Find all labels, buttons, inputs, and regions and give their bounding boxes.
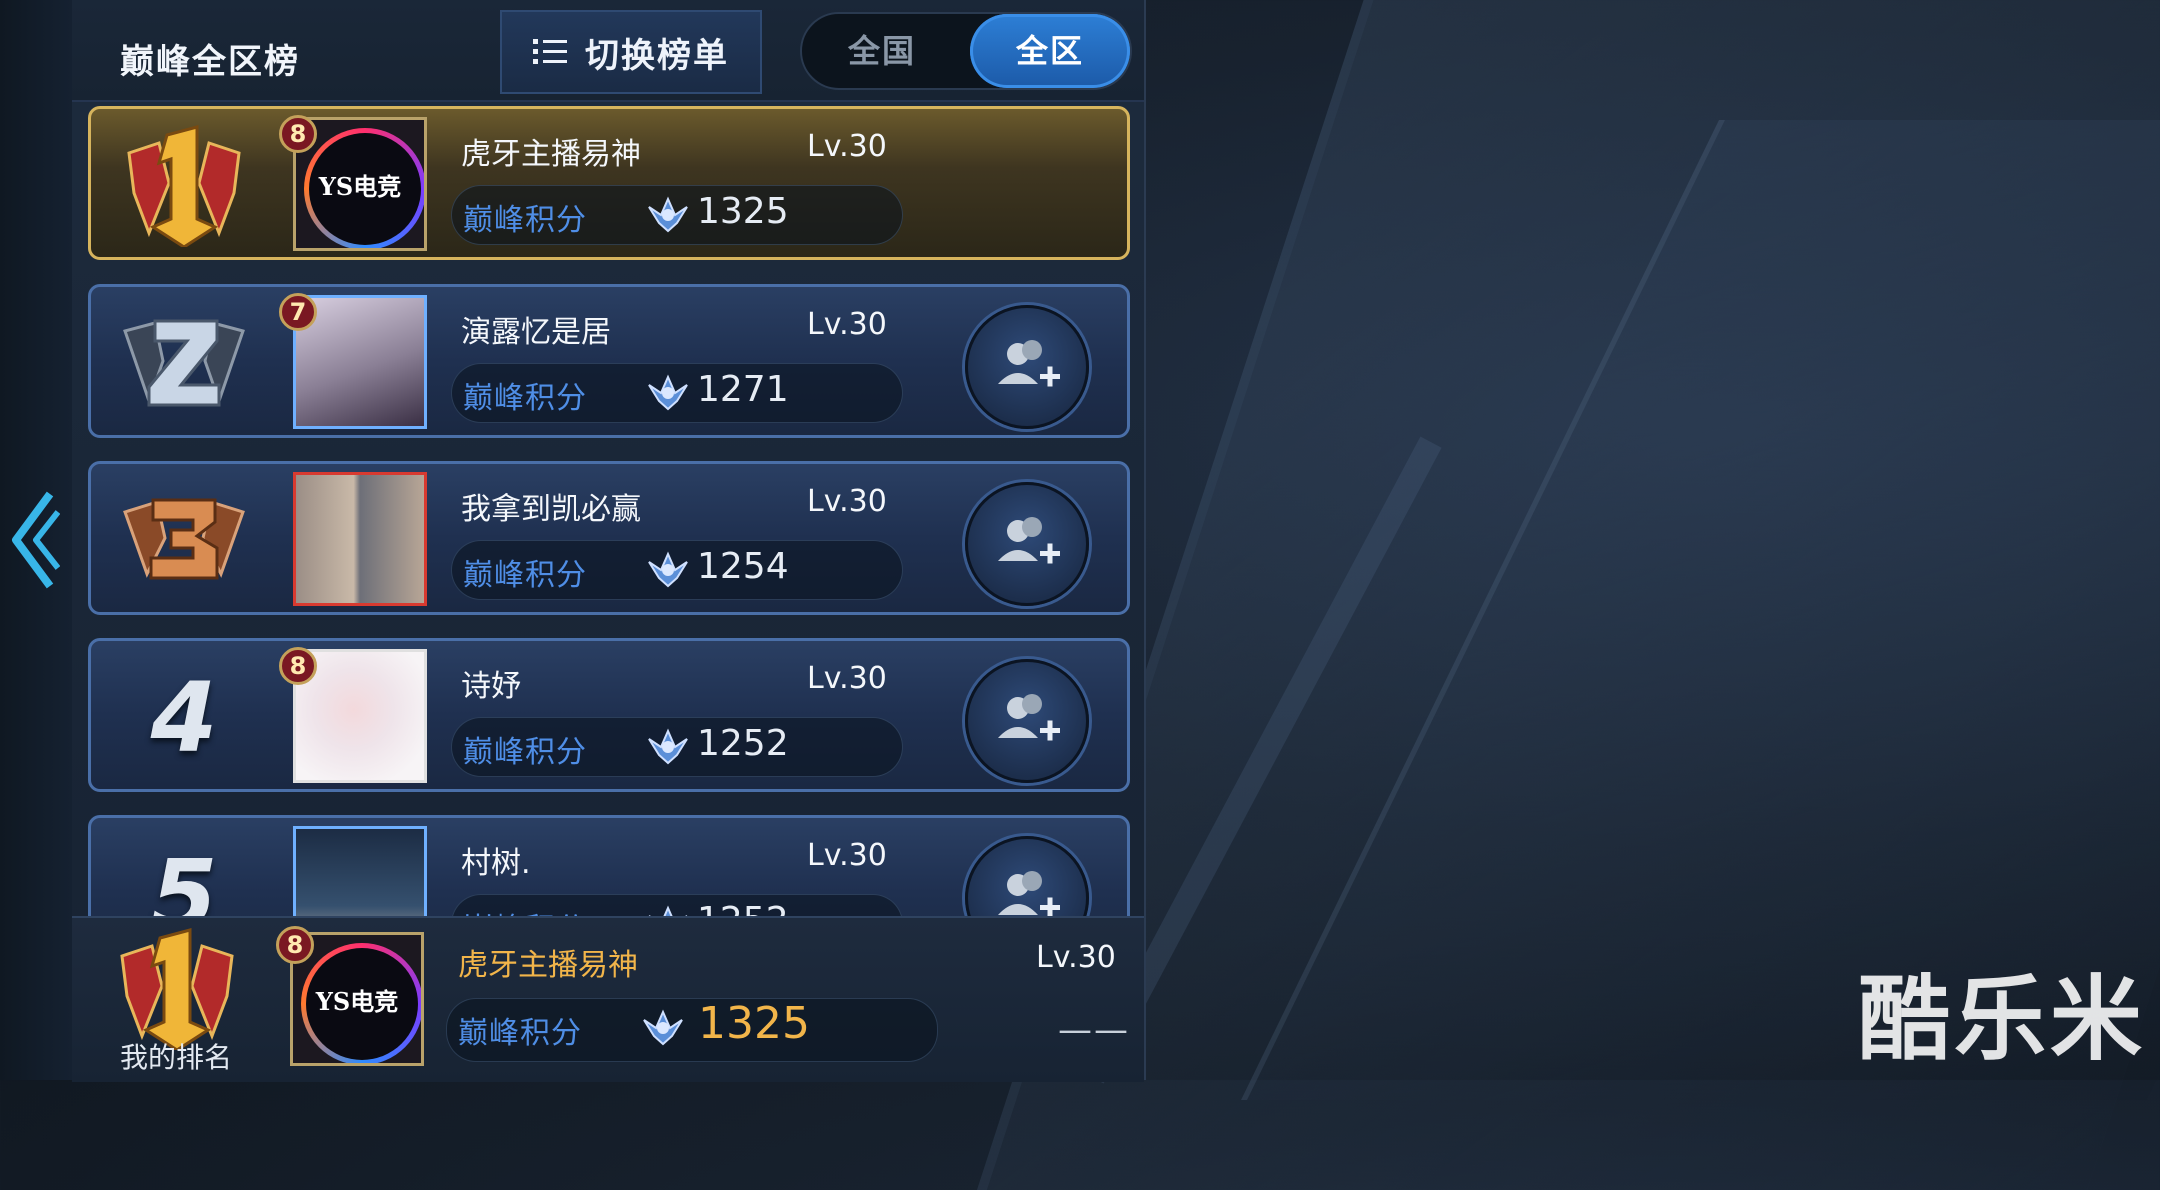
rank-number: 4 — [150, 662, 218, 774]
leaderboard-row[interactable]: 4 8 诗妤 Lv.30 巅峰积分 1252 — [88, 638, 1130, 792]
avatar-logo-text: YS电竞 — [315, 986, 399, 1016]
level-badge: 7 — [279, 293, 317, 331]
add-friend-button[interactable] — [965, 305, 1089, 429]
switch-board-button[interactable]: 切换榜单 — [500, 10, 762, 94]
score-value: 1252 — [697, 723, 789, 764]
score-value: 1325 — [697, 191, 789, 232]
level-badge: 8 — [276, 926, 314, 964]
player-name: 虎牙主播易神 — [461, 137, 641, 172]
score-label: 巅峰积分 — [463, 558, 587, 593]
leaderboard-row[interactable]: YS电竞 8 虎牙主播易神 Lv.30 巅峰积分 1325 — [88, 106, 1130, 260]
leaderboard-header: 巅峰全区榜 切换榜单 全国 全区 — [72, 0, 1144, 102]
player-name: 诗妤 — [461, 669, 521, 704]
leaderboard-row[interactable]: 我拿到凯必赢 Lv.30 巅峰积分 1254 — [88, 461, 1130, 615]
player-level: Lv.30 — [807, 484, 887, 519]
my-name: 虎牙主播易神 — [458, 948, 638, 983]
switch-board-label: 切换榜单 — [585, 35, 729, 76]
add-friend-icon — [998, 517, 1060, 564]
rank-2-badge-icon — [123, 319, 245, 407]
my-rank-label: 我的排名 — [120, 1041, 233, 1074]
peak-score-icon — [648, 196, 688, 233]
tab-nation[interactable]: 全国 — [802, 14, 962, 88]
avatar-logo-text: YS电竞 — [318, 171, 402, 201]
add-friend-button[interactable] — [965, 659, 1089, 783]
player-name: 我拿到凯必赢 — [461, 492, 641, 527]
score-label: 巅峰积分 — [458, 1016, 582, 1051]
level-badge: 8 — [279, 115, 317, 153]
score-label: 巅峰积分 — [463, 381, 587, 416]
player-name: 演露忆是居 — [461, 315, 611, 350]
collapse-arrow-icon[interactable] — [10, 488, 60, 592]
player-level: Lv.30 — [807, 661, 887, 696]
my-level: Lv.30 — [1036, 940, 1116, 975]
rank-change-placeholder: —— — [1058, 1010, 1130, 1050]
peak-score-icon — [648, 728, 688, 765]
player-level: Lv.30 — [807, 838, 887, 873]
scope-toggle: 全国 全区 — [800, 12, 1132, 90]
watermark: 酷乐米 — [1857, 966, 2146, 1073]
my-rank-bar: 我的排名 YS电竞 8 虎牙主播易神 Lv.30 巅峰积分 1325 —— — [72, 916, 1144, 1082]
player-level: Lv.30 — [807, 307, 887, 342]
tab-region[interactable]: 全区 — [970, 14, 1130, 88]
leaderboard-row[interactable]: 7 演露忆是居 Lv.30 巅峰积分 1271 — [88, 284, 1130, 438]
rank-1-badge-icon — [127, 125, 241, 247]
player-name: 村树. — [461, 846, 531, 881]
add-friend-icon — [998, 694, 1060, 741]
score-value: 1271 — [697, 369, 789, 410]
player-avatar[interactable] — [293, 472, 427, 606]
score-label: 巅峰积分 — [463, 735, 587, 770]
rank-3-badge-icon — [123, 498, 245, 580]
page-title: 巅峰全区榜 — [120, 42, 300, 82]
rank-1-badge-icon — [120, 928, 234, 1050]
score-value: 1254 — [697, 546, 789, 587]
add-friend-button[interactable] — [965, 482, 1089, 606]
add-friend-icon — [998, 340, 1060, 387]
my-score-value: 1325 — [698, 998, 810, 1049]
peak-score-icon — [648, 374, 688, 411]
level-badge: 8 — [279, 647, 317, 685]
score-label: 巅峰积分 — [463, 203, 587, 238]
player-level: Lv.30 — [807, 129, 887, 164]
peak-score-icon — [643, 1009, 683, 1046]
peak-score-icon — [648, 551, 688, 588]
list-icon — [533, 39, 567, 64]
